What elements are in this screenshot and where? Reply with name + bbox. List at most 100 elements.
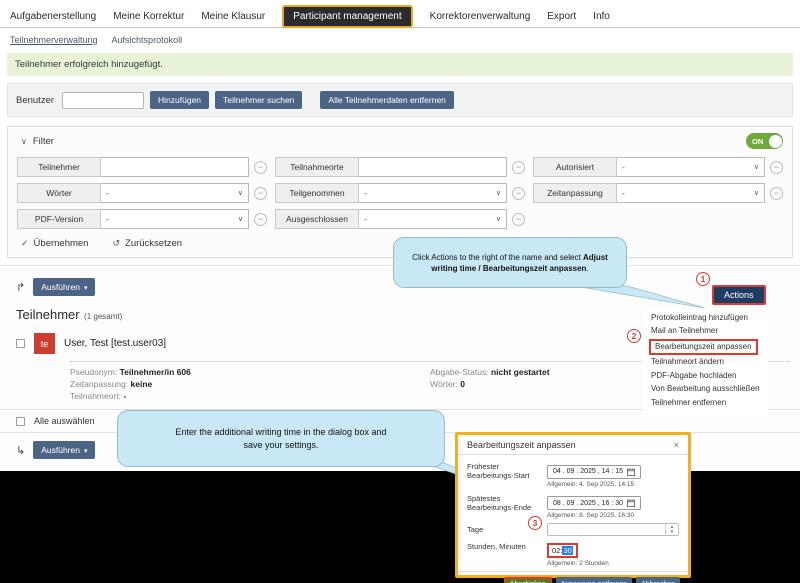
participant-name-link[interactable]: User, Test [test.user03] xyxy=(64,338,166,349)
breadcrumb-teilnehmerverwaltung[interactable]: Teilnehmerverwaltung xyxy=(10,35,98,45)
participants-heading: Teilnehmer xyxy=(16,307,80,322)
uebernehmen-button[interactable]: ✓ Übernehmen xyxy=(21,238,88,249)
abschicken-button[interactable]: Abschicken xyxy=(504,577,552,583)
filter-empty-cell xyxy=(533,209,783,229)
menu-item-pdf-abgabe[interactable]: PDF-Abgabe hochladen xyxy=(649,369,762,383)
teilnehmer-filter-input[interactable] xyxy=(101,157,249,177)
detail-label: Teilnahmeort: xyxy=(70,391,121,401)
detail-value: keine xyxy=(131,379,153,389)
actions-button[interactable]: Actions xyxy=(712,285,766,305)
toggle-knob-icon xyxy=(769,135,782,148)
menu-item-protokolleintrag[interactable]: Protokolleintrag hinzufügen xyxy=(649,311,762,325)
select-value: - xyxy=(106,188,109,198)
number-spinner-icon[interactable]: ▲▼ xyxy=(665,524,678,535)
caret-down-icon: ∨ xyxy=(496,189,501,197)
zuruecksetzen-button[interactable]: ↺Zurücksetzen xyxy=(112,238,182,249)
caret-down-icon: ▾ xyxy=(84,448,88,455)
nav-export[interactable]: Export xyxy=(547,11,576,22)
abbrechen-button[interactable]: Abbrechen xyxy=(636,577,680,583)
dialog-title: Bearbeitungszeit anpassen xyxy=(467,440,576,450)
breadcrumb-aufsichtsprotokoll[interactable]: Aufsichtsprotokoll xyxy=(112,35,183,45)
caret-down-icon: ∨ xyxy=(496,215,501,223)
minus-circle-icon[interactable]: − xyxy=(254,213,267,226)
page: Aufgabenerstellung Meine Korrektur Meine… xyxy=(0,0,800,583)
nav-aufgabenerstellung[interactable]: Aufgabenerstellung xyxy=(10,11,96,22)
pdf-version-filter-select[interactable]: -∨ xyxy=(101,209,249,229)
dialog-footer: Abschicken Anpassung entfernen Abbrechen xyxy=(458,571,688,583)
uebernehmen-label: Übernehmen xyxy=(34,238,89,249)
teilgenommen-filter-select[interactable]: -∨ xyxy=(359,183,507,203)
detail-value: - xyxy=(123,391,126,401)
minus-circle-icon[interactable]: − xyxy=(770,187,783,200)
reset-icon: ↺ xyxy=(112,238,120,249)
nav-meine-korrektur[interactable]: Meine Korrektur xyxy=(113,11,184,22)
menu-item-mail[interactable]: Mail an Teilnehmer xyxy=(649,325,762,339)
minus-circle-icon[interactable]: − xyxy=(512,213,525,226)
filter-field-teilnahmeorte: Teilnahmeorte − xyxy=(275,157,525,177)
chevron-down-icon: ∨ xyxy=(21,137,27,146)
step-1-badge: 1 xyxy=(696,272,710,286)
participant-checkbox[interactable] xyxy=(16,339,25,348)
woerter-filter-select[interactable]: -∨ xyxy=(101,183,249,203)
hours-value: 02 xyxy=(552,546,560,555)
fruehester-start-input[interactable]: 04 . 09 . 2025 , 14 : 15 xyxy=(547,465,641,479)
field-label-spaetestes-ende: Spätestes Bearbeitungs-Ende xyxy=(467,492,547,520)
detail-value: 0 xyxy=(460,379,465,389)
detail-label: Wörter: xyxy=(430,379,458,389)
menu-item-ausschliessen[interactable]: Von Bearbeitung ausschließen xyxy=(649,383,762,397)
filter-field-ausgeschlossen: Ausgeschlossen -∨ − xyxy=(275,209,525,229)
hinzufuegen-button[interactable]: Hinzufügen xyxy=(150,91,209,109)
spaetestes-ende-input[interactable]: 08 . 09 . 2025 , 16 : 30 xyxy=(547,496,641,510)
callout-step1: Click Actions to the right of the name a… xyxy=(393,237,627,288)
ausfuehren-bottom-button[interactable]: Ausführen ▾ xyxy=(33,441,95,459)
dialog-header: Bearbeitungszeit anpassen × xyxy=(458,435,688,455)
nav-info[interactable]: Info xyxy=(593,11,610,22)
filter-on-toggle[interactable]: ON xyxy=(746,133,783,149)
minus-circle-icon[interactable]: − xyxy=(254,161,267,174)
nav-meine-klausur[interactable]: Meine Klausur xyxy=(201,11,265,22)
nav-participant-management[interactable]: Participant management xyxy=(282,5,412,28)
menu-item-teilnahmeort[interactable]: Teilnahmeort ändern xyxy=(649,356,762,370)
caret-down-icon: ▾ xyxy=(84,285,88,292)
ausgeschlossen-filter-select[interactable]: -∨ xyxy=(359,209,507,229)
apply-below-arrow-icon: ↳ xyxy=(16,444,25,457)
ausfuehren-label: Ausführen xyxy=(41,282,80,292)
teilnahmeorte-filter-input[interactable] xyxy=(359,157,507,177)
filter-label: Teilnahmeorte xyxy=(275,157,359,177)
select-all-checkbox[interactable] xyxy=(16,417,25,426)
ausfuehren-top-button[interactable]: Ausführen ▾ xyxy=(33,278,95,296)
field-note: Allgemein: 4. Sep 2025, 14:15 xyxy=(547,481,679,488)
filter-collapse-toggle[interactable]: ∨ Filter xyxy=(17,136,54,147)
minus-circle-icon[interactable]: − xyxy=(770,161,783,174)
anpassung-entfernen-button[interactable]: Anpassung entfernen xyxy=(556,577,633,583)
minus-circle-icon[interactable]: − xyxy=(512,187,525,200)
minus-circle-icon[interactable]: − xyxy=(254,187,267,200)
menu-item-bearbeitungszeit-anpassen[interactable]: Bearbeitungszeit anpassen xyxy=(649,339,758,355)
callout1-bold: writing time / Bearbeitungszeit anpassen xyxy=(431,264,586,273)
success-message: Teilnehmer erfolgreich hinzugefügt. xyxy=(7,53,793,76)
alle-teilnehmerdaten-entfernen-button[interactable]: Alle Teilnehmerdaten entfernen xyxy=(320,91,454,109)
filter-header: ∨ Filter ON xyxy=(17,133,783,149)
teilnehmer-suchen-button[interactable]: Teilnehmer suchen xyxy=(215,91,302,109)
callout1-bold: Adjust xyxy=(583,253,608,262)
nav-korrektorenverwaltung[interactable]: Korrektorenverwaltung xyxy=(430,11,531,22)
select-value: - xyxy=(622,188,625,198)
filter-label: Zeitanpassung xyxy=(533,183,617,203)
close-icon[interactable]: × xyxy=(674,440,679,450)
detail-value: Teilnehmer/in 606 xyxy=(120,367,191,377)
check-icon: ✓ xyxy=(21,238,29,249)
zeitanpassung-filter-select[interactable]: -∨ xyxy=(617,183,765,203)
filter-label: Ausgeschlossen xyxy=(275,209,359,229)
callout1-text: . xyxy=(586,264,588,273)
filter-label: Wörter xyxy=(17,183,101,203)
filter-label: Teilgenommen xyxy=(275,183,359,203)
tage-input[interactable]: ▲▼ xyxy=(547,523,679,536)
autorisiert-filter-select[interactable]: -∨ xyxy=(617,157,765,177)
menu-item-entfernen[interactable]: Teilnehmer entfernen xyxy=(649,396,762,410)
callout-step2: Enter the additional writing time in the… xyxy=(117,410,445,467)
benutzer-input[interactable] xyxy=(62,92,144,109)
minus-circle-icon[interactable]: − xyxy=(512,161,525,174)
ausfuehren-label: Ausführen xyxy=(41,445,80,455)
detail-label: Zeitanpassung: xyxy=(70,379,128,389)
stunden-minuten-input[interactable]: 02:30 xyxy=(547,543,578,558)
